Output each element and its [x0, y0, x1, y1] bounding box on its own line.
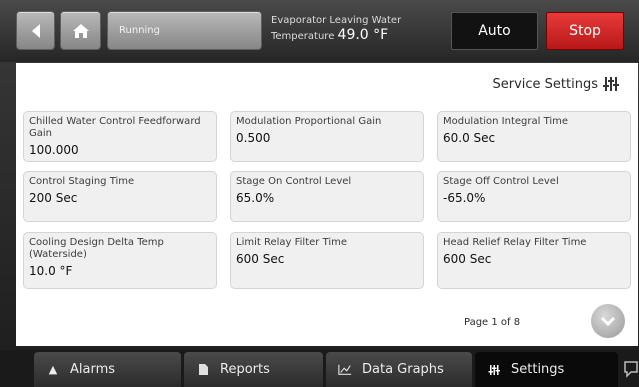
setting-value: 100.000	[29, 143, 79, 157]
setting-card-stage-off-control-level[interactable]: Stage Off Control Level -65.0%	[437, 171, 631, 222]
auto-button[interactable]: Auto	[451, 12, 538, 50]
tab-label: Reports	[220, 362, 270, 377]
chevron-down-icon	[600, 316, 616, 326]
setting-label: Stage On Control Level	[236, 176, 352, 187]
evaporator-temperature: Temperature 49.0 °F	[271, 27, 388, 45]
page-indicator: Page 1 of 8	[464, 317, 521, 328]
back-button[interactable]	[16, 11, 55, 50]
setting-value: 10.0 °F	[29, 264, 73, 278]
setting-label: Head Relief Relay Filter Time	[443, 237, 587, 248]
chat-icon[interactable]	[623, 360, 639, 378]
setting-label: Modulation Integral Time	[443, 116, 569, 127]
setting-card-cooling-design-delta-temp[interactable]: Cooling Design Delta Temp (Waterside) 10…	[23, 232, 217, 289]
setting-value: 60.0 Sec	[443, 131, 496, 145]
setting-value: 200 Sec	[29, 191, 78, 205]
setting-card-control-staging-time[interactable]: Control Staging Time 200 Sec	[23, 171, 217, 222]
tab-reports[interactable]: Reports	[184, 352, 323, 387]
report-icon	[196, 363, 210, 376]
status-text: Running	[119, 25, 160, 36]
evaporator-label-line2: Temperature	[271, 31, 335, 42]
setting-card-stage-on-control-level[interactable]: Stage On Control Level 65.0%	[230, 171, 424, 222]
setting-label: Cooling Design Delta Temp (Waterside)	[29, 237, 164, 260]
settings-panel: Service Settings Chilled Water Control F…	[16, 63, 638, 346]
screen: Running Evaporator Leaving Water Tempera…	[0, 0, 639, 387]
scroll-down-button[interactable]	[591, 304, 625, 338]
setting-label: Control Staging Time	[29, 176, 135, 187]
setting-value: 0.500	[236, 131, 271, 145]
sliders-icon	[487, 364, 501, 376]
status-indicator: Running	[107, 11, 262, 50]
setting-card-limit-relay-filter-time[interactable]: Limit Relay Filter Time 600 Sec	[230, 232, 424, 289]
tab-settings[interactable]: Settings	[475, 352, 618, 387]
tab-alarms[interactable]: ▲ Alarms	[34, 352, 181, 387]
setting-value: 600 Sec	[236, 252, 285, 266]
stop-button[interactable]: Stop	[546, 12, 624, 50]
bottom-nav: ▲ Alarms Reports Data Graphs Settings	[0, 350, 639, 387]
tab-label: Data Graphs	[362, 362, 444, 377]
setting-label: Stage Off Control Level	[443, 176, 559, 187]
setting-card-head-relief-relay-filter-time[interactable]: Head Relief Relay Filter Time 600 Sec	[437, 232, 631, 289]
tab-label: Settings	[511, 362, 565, 377]
setting-card-modulation-integral-time[interactable]: Modulation Integral Time 60.0 Sec	[437, 111, 631, 162]
evaporator-label: Evaporator Leaving Water	[271, 15, 402, 26]
section-title: Service Settings	[492, 77, 599, 92]
tab-data-graphs[interactable]: Data Graphs	[326, 352, 472, 387]
setting-value: 65.0%	[236, 191, 275, 205]
setting-label: Modulation Proportional Gain	[236, 116, 382, 127]
setting-label: Chilled Water Control Feedforward Gain	[29, 116, 201, 139]
home-button[interactable]	[60, 11, 101, 50]
setting-value: -65.0%	[443, 191, 486, 205]
evaporator-temperature-value: 49.0 °F	[337, 27, 389, 43]
graph-icon	[338, 363, 352, 376]
back-arrow-icon	[31, 23, 40, 38]
sliders-icon	[603, 77, 619, 91]
setting-card-modulation-proportional-gain[interactable]: Modulation Proportional Gain 0.500	[230, 111, 424, 162]
setting-label: Limit Relay Filter Time	[236, 237, 348, 248]
setting-card-feedforward-gain[interactable]: Chilled Water Control Feedforward Gain 1…	[23, 111, 217, 162]
alarm-icon: ▲	[48, 363, 58, 376]
setting-value: 600 Sec	[443, 252, 492, 266]
tab-label: Alarms	[70, 362, 116, 377]
header-bar: Running Evaporator Leaving Water Tempera…	[0, 0, 639, 62]
home-icon	[72, 23, 89, 38]
